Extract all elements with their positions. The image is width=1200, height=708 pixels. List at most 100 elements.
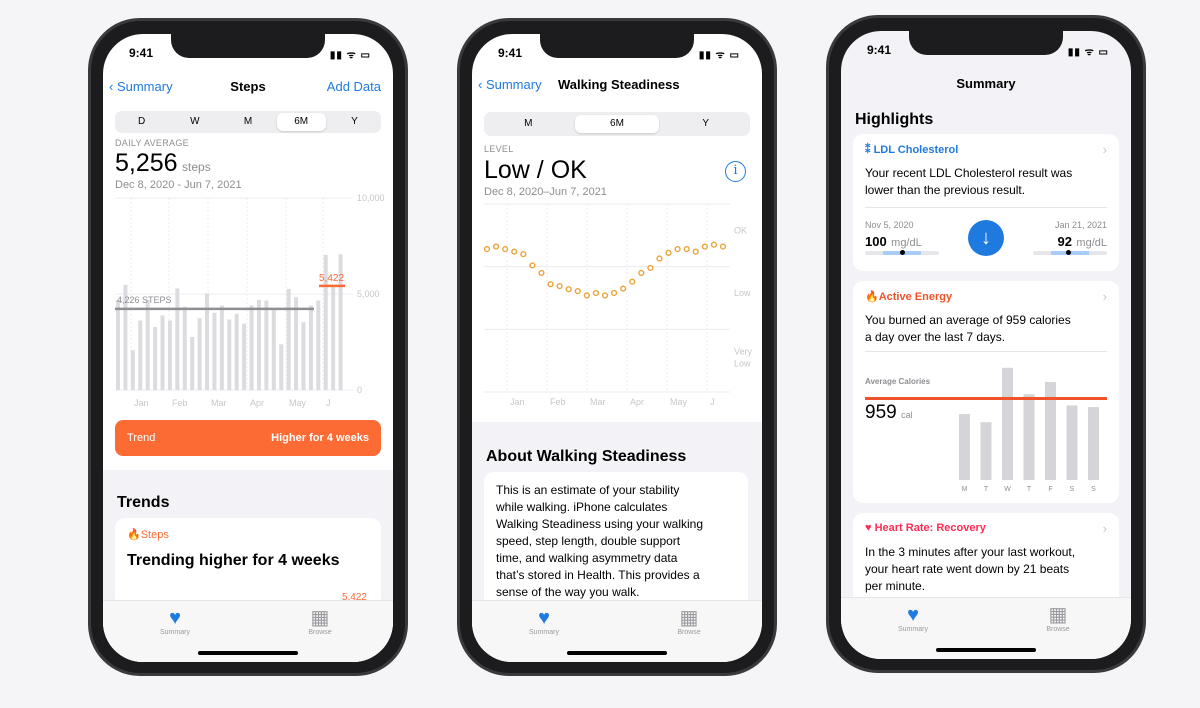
trend-card-category: Steps — [140, 529, 169, 541]
average-label: 4,226 STEPS — [117, 295, 172, 305]
segment-m[interactable]: M — [486, 115, 571, 133]
step-bar — [145, 299, 150, 390]
step-bar — [286, 289, 291, 390]
step-bar — [182, 306, 187, 390]
status-icons: ▮▮ ᯤ ▭ — [329, 50, 371, 61]
calorie-bar — [1002, 367, 1013, 480]
steadiness-point — [556, 282, 563, 290]
tab-summary[interactable]: ♥ Summary — [140, 607, 210, 636]
heart-icon: ♥ — [538, 607, 550, 629]
ldl-text: lower than the previous result. — [865, 183, 1026, 197]
status-icons: ▮▮ ᯤ ▭ — [698, 50, 740, 61]
grid-icon: ▦ — [1048, 604, 1068, 626]
x-tick-label: Mar — [590, 397, 606, 407]
status-time: 9:41 — [867, 43, 892, 57]
steadiness-point — [601, 292, 609, 299]
step-bar — [294, 297, 299, 390]
about-line: sense of the way you walk. — [496, 585, 640, 599]
segment-y[interactable]: Y — [330, 113, 379, 131]
metric-label: LEVEL — [484, 144, 514, 154]
notch — [171, 34, 325, 58]
energy-text: a day over the last 7 days. — [865, 330, 1006, 344]
heart-icon: ♥ — [169, 607, 181, 629]
segment-m[interactable]: M — [223, 113, 272, 131]
grid-icon: ▦ — [679, 607, 699, 629]
steadiness-point — [492, 243, 500, 250]
segment-6m[interactable]: 6M — [574, 115, 660, 133]
tab-summary[interactable]: ♥ Summary — [878, 604, 948, 633]
tab-browse[interactable]: ▦ Browse — [654, 607, 724, 636]
step-bar — [279, 344, 284, 390]
about-line: time, and walking asymmetry data — [496, 551, 678, 565]
screen: 9:41 ▮▮ ᯤ ▭ ‹ Summary Walking Steadiness… — [472, 34, 762, 662]
steadiness-point — [692, 248, 699, 255]
range-segment[interactable]: M 6M Y — [484, 112, 750, 136]
tab-browse[interactable]: ▦ Browse — [285, 607, 355, 636]
day-label: F — [1048, 486, 1052, 493]
back-button[interactable]: ‹ Summary — [478, 77, 542, 92]
segment-y[interactable]: Y — [663, 115, 748, 133]
calorie-bar — [980, 422, 992, 480]
phone-walking-steadiness: 9:41 ▮▮ ᯤ ▭ ‹ Summary Walking Steadiness… — [457, 18, 777, 676]
tab-summary[interactable]: ♥ Summary — [509, 607, 579, 636]
ldl-prev-unit: mg/dL — [891, 237, 922, 249]
ldl-prev-date: Nov 5, 2020 — [865, 220, 914, 230]
steadiness-chart[interactable]: OK Low Very Low Jan Feb Mar Apr May J — [472, 202, 762, 414]
x-tick-label: May — [670, 397, 688, 407]
steadiness-point — [656, 255, 663, 262]
trend-label: Trend — [127, 432, 156, 444]
metric-unit: steps — [182, 160, 211, 174]
home-indicator[interactable] — [936, 648, 1036, 652]
tab-label: Browse — [677, 629, 701, 636]
tab-label: Browse — [1046, 626, 1070, 633]
steadiness-point — [592, 289, 600, 297]
trend-button[interactable]: Trend Higher for 4 weeks — [115, 420, 381, 456]
tab-label: Browse — [308, 629, 332, 636]
x-tick-label: May — [289, 398, 307, 408]
back-label: Summary — [116, 79, 173, 94]
calorie-bar — [1023, 394, 1035, 480]
add-data-button[interactable]: Add Data — [327, 79, 381, 94]
steadiness-point — [574, 288, 581, 295]
segment-w[interactable]: W — [170, 113, 219, 131]
home-indicator[interactable] — [567, 651, 667, 655]
date-range: Dec 8, 2020–Jun 7, 2021 — [484, 186, 607, 198]
highlights-heading: Highlights — [855, 111, 934, 128]
calories-chart[interactable]: MTWTFSS — [853, 356, 1119, 496]
trend-card[interactable]: 🔥Steps Trending higher for 4 weeks 5,422 — [115, 518, 381, 608]
day-label: W — [1004, 486, 1011, 493]
active-energy-card[interactable]: 🔥Active Energy › You burned an average o… — [853, 281, 1119, 503]
tab-browse[interactable]: ▦ Browse — [1023, 604, 1093, 633]
step-bar — [227, 319, 232, 390]
range-segment[interactable]: D W M 6M Y — [115, 111, 381, 133]
steadiness-point — [647, 264, 654, 272]
screen: 9:41 ▮▮ ᯤ ▭ Summary Highlights ⁑ LDL Cho… — [841, 31, 1131, 659]
step-bar — [249, 305, 254, 390]
step-bar — [308, 305, 313, 390]
info-icon[interactable]: i — [725, 161, 746, 182]
x-tick-label: Apr — [250, 398, 264, 408]
calorie-bar — [959, 414, 970, 480]
step-bar — [190, 337, 195, 390]
steadiness-point — [638, 269, 645, 277]
step-bar — [301, 322, 306, 390]
ldl-title: LDL Cholesterol — [873, 144, 959, 156]
divider — [865, 207, 1107, 208]
steadiness-point — [610, 289, 618, 297]
ldl-card[interactable]: ⁑ LDL Cholesterol › Your recent LDL Chol… — [853, 134, 1119, 271]
steps-chart[interactable]: 10,000 5,000 0 Jan Feb Mar Apr May J 4,226 STEPS 5… — [103, 194, 393, 412]
y-category-label: Low — [734, 359, 751, 369]
segment-d[interactable]: D — [117, 113, 166, 131]
trend-card-title: Trending higher for 4 weeks — [127, 552, 340, 569]
date-range: Dec 8, 2020 - Jun 7, 2021 — [115, 179, 242, 191]
back-button[interactable]: ‹ Summary — [109, 79, 173, 94]
step-bar — [167, 320, 172, 390]
heart-title: Heart Rate: Recovery — [874, 522, 986, 534]
step-bar — [212, 312, 217, 390]
segment-6m[interactable]: 6M — [276, 113, 326, 131]
steadiness-point — [674, 246, 681, 253]
home-indicator[interactable] — [198, 651, 298, 655]
y-tick-label: 5,000 — [357, 289, 380, 299]
y-tick-label: 10,000 — [357, 194, 385, 203]
divider — [865, 351, 1107, 352]
